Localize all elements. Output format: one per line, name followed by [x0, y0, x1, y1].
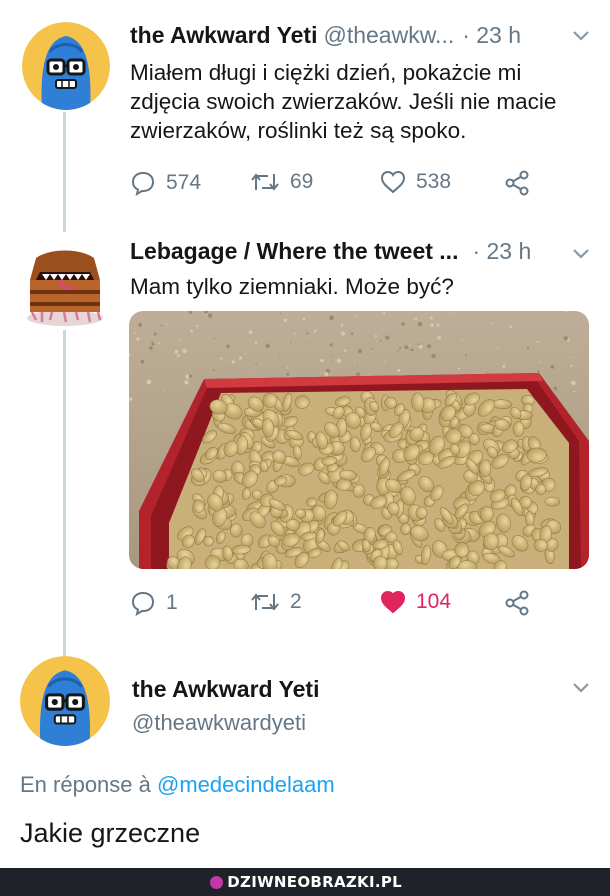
author-name[interactable]: the Awkward Yeti [132, 676, 319, 703]
tweet-text: Miałem długi i ciężki dzień, pokażcie mi… [130, 60, 557, 143]
chevron-down-icon[interactable] [572, 244, 590, 265]
reply-count: 574 [166, 171, 202, 194]
blue-yeti-avatar-icon[interactable] [22, 22, 110, 110]
main-tweet-text: Jakie grzeczne [20, 818, 201, 848]
like-count: 538 [416, 170, 452, 193]
potatoes-in-red-crate-photo[interactable] [129, 311, 589, 569]
reply-prefix: En réponse à [20, 772, 151, 797]
tweet-header: the Awkward Yeti @theawkw... · 23 h [130, 22, 590, 49]
reply-to-link[interactable]: @medecindelaam [157, 772, 335, 797]
author-name[interactable]: Lebagage / Where the tweet ... [130, 238, 458, 265]
tweet-actions: 574 69 538 [130, 170, 550, 200]
retweet-button[interactable]: 69 [250, 170, 313, 194]
tweet-time[interactable]: · 23 h [472, 238, 531, 265]
heart-icon [380, 170, 406, 194]
retweet-count: 69 [290, 170, 314, 193]
retweet-icon [251, 173, 279, 191]
retweet-icon [251, 593, 279, 611]
heart-icon [380, 590, 406, 614]
logo-dot-icon [210, 875, 224, 889]
share-button[interactable] [504, 170, 530, 196]
reply-button[interactable]: 574 [130, 170, 201, 196]
like-button[interactable]: 104 [380, 590, 451, 614]
reply-count: 1 [166, 591, 178, 614]
retweet-button[interactable]: 2 [250, 590, 302, 614]
tweet-1[interactable]: the Awkward Yeti @theawkw... · 23 h Miał… [0, 0, 610, 220]
treasure-chest-mimic-avatar-icon[interactable] [20, 240, 110, 330]
retweet-count: 2 [290, 590, 302, 613]
reply-icon [131, 171, 155, 196]
tweet-header: Lebagage / Where the tweet ... · 23 h [130, 238, 590, 265]
site-logo: DZIWNEOBRAZKI.PL [210, 873, 402, 891]
logo-text: DZIWNEOBRAZKI.PL [227, 873, 402, 891]
tweet-actions: 1 2 104 [130, 590, 550, 620]
author-handle[interactable]: @theawkwardyeti [132, 710, 306, 736]
reply-icon [131, 591, 155, 616]
like-button[interactable]: 538 [380, 170, 451, 194]
tweet-time[interactable]: · 23 h [462, 22, 521, 49]
share-button[interactable] [504, 590, 530, 616]
author-name[interactable]: the Awkward Yeti [130, 22, 317, 49]
chevron-down-icon[interactable] [572, 678, 590, 699]
share-icon [505, 590, 529, 616]
author-handle[interactable]: @theawkw... [323, 22, 454, 49]
reply-context: En réponse à @medecindelaam [20, 772, 335, 798]
share-icon [505, 170, 529, 196]
footer-bar: DZIWNEOBRAZKI.PL [0, 868, 610, 896]
like-count: 104 [416, 590, 452, 613]
chevron-down-icon[interactable] [572, 26, 590, 47]
reply-button[interactable]: 1 [130, 590, 178, 616]
tweet-text: Mam tylko ziemniaki. Może być? [130, 274, 454, 299]
blue-yeti-avatar-icon[interactable] [20, 656, 110, 746]
